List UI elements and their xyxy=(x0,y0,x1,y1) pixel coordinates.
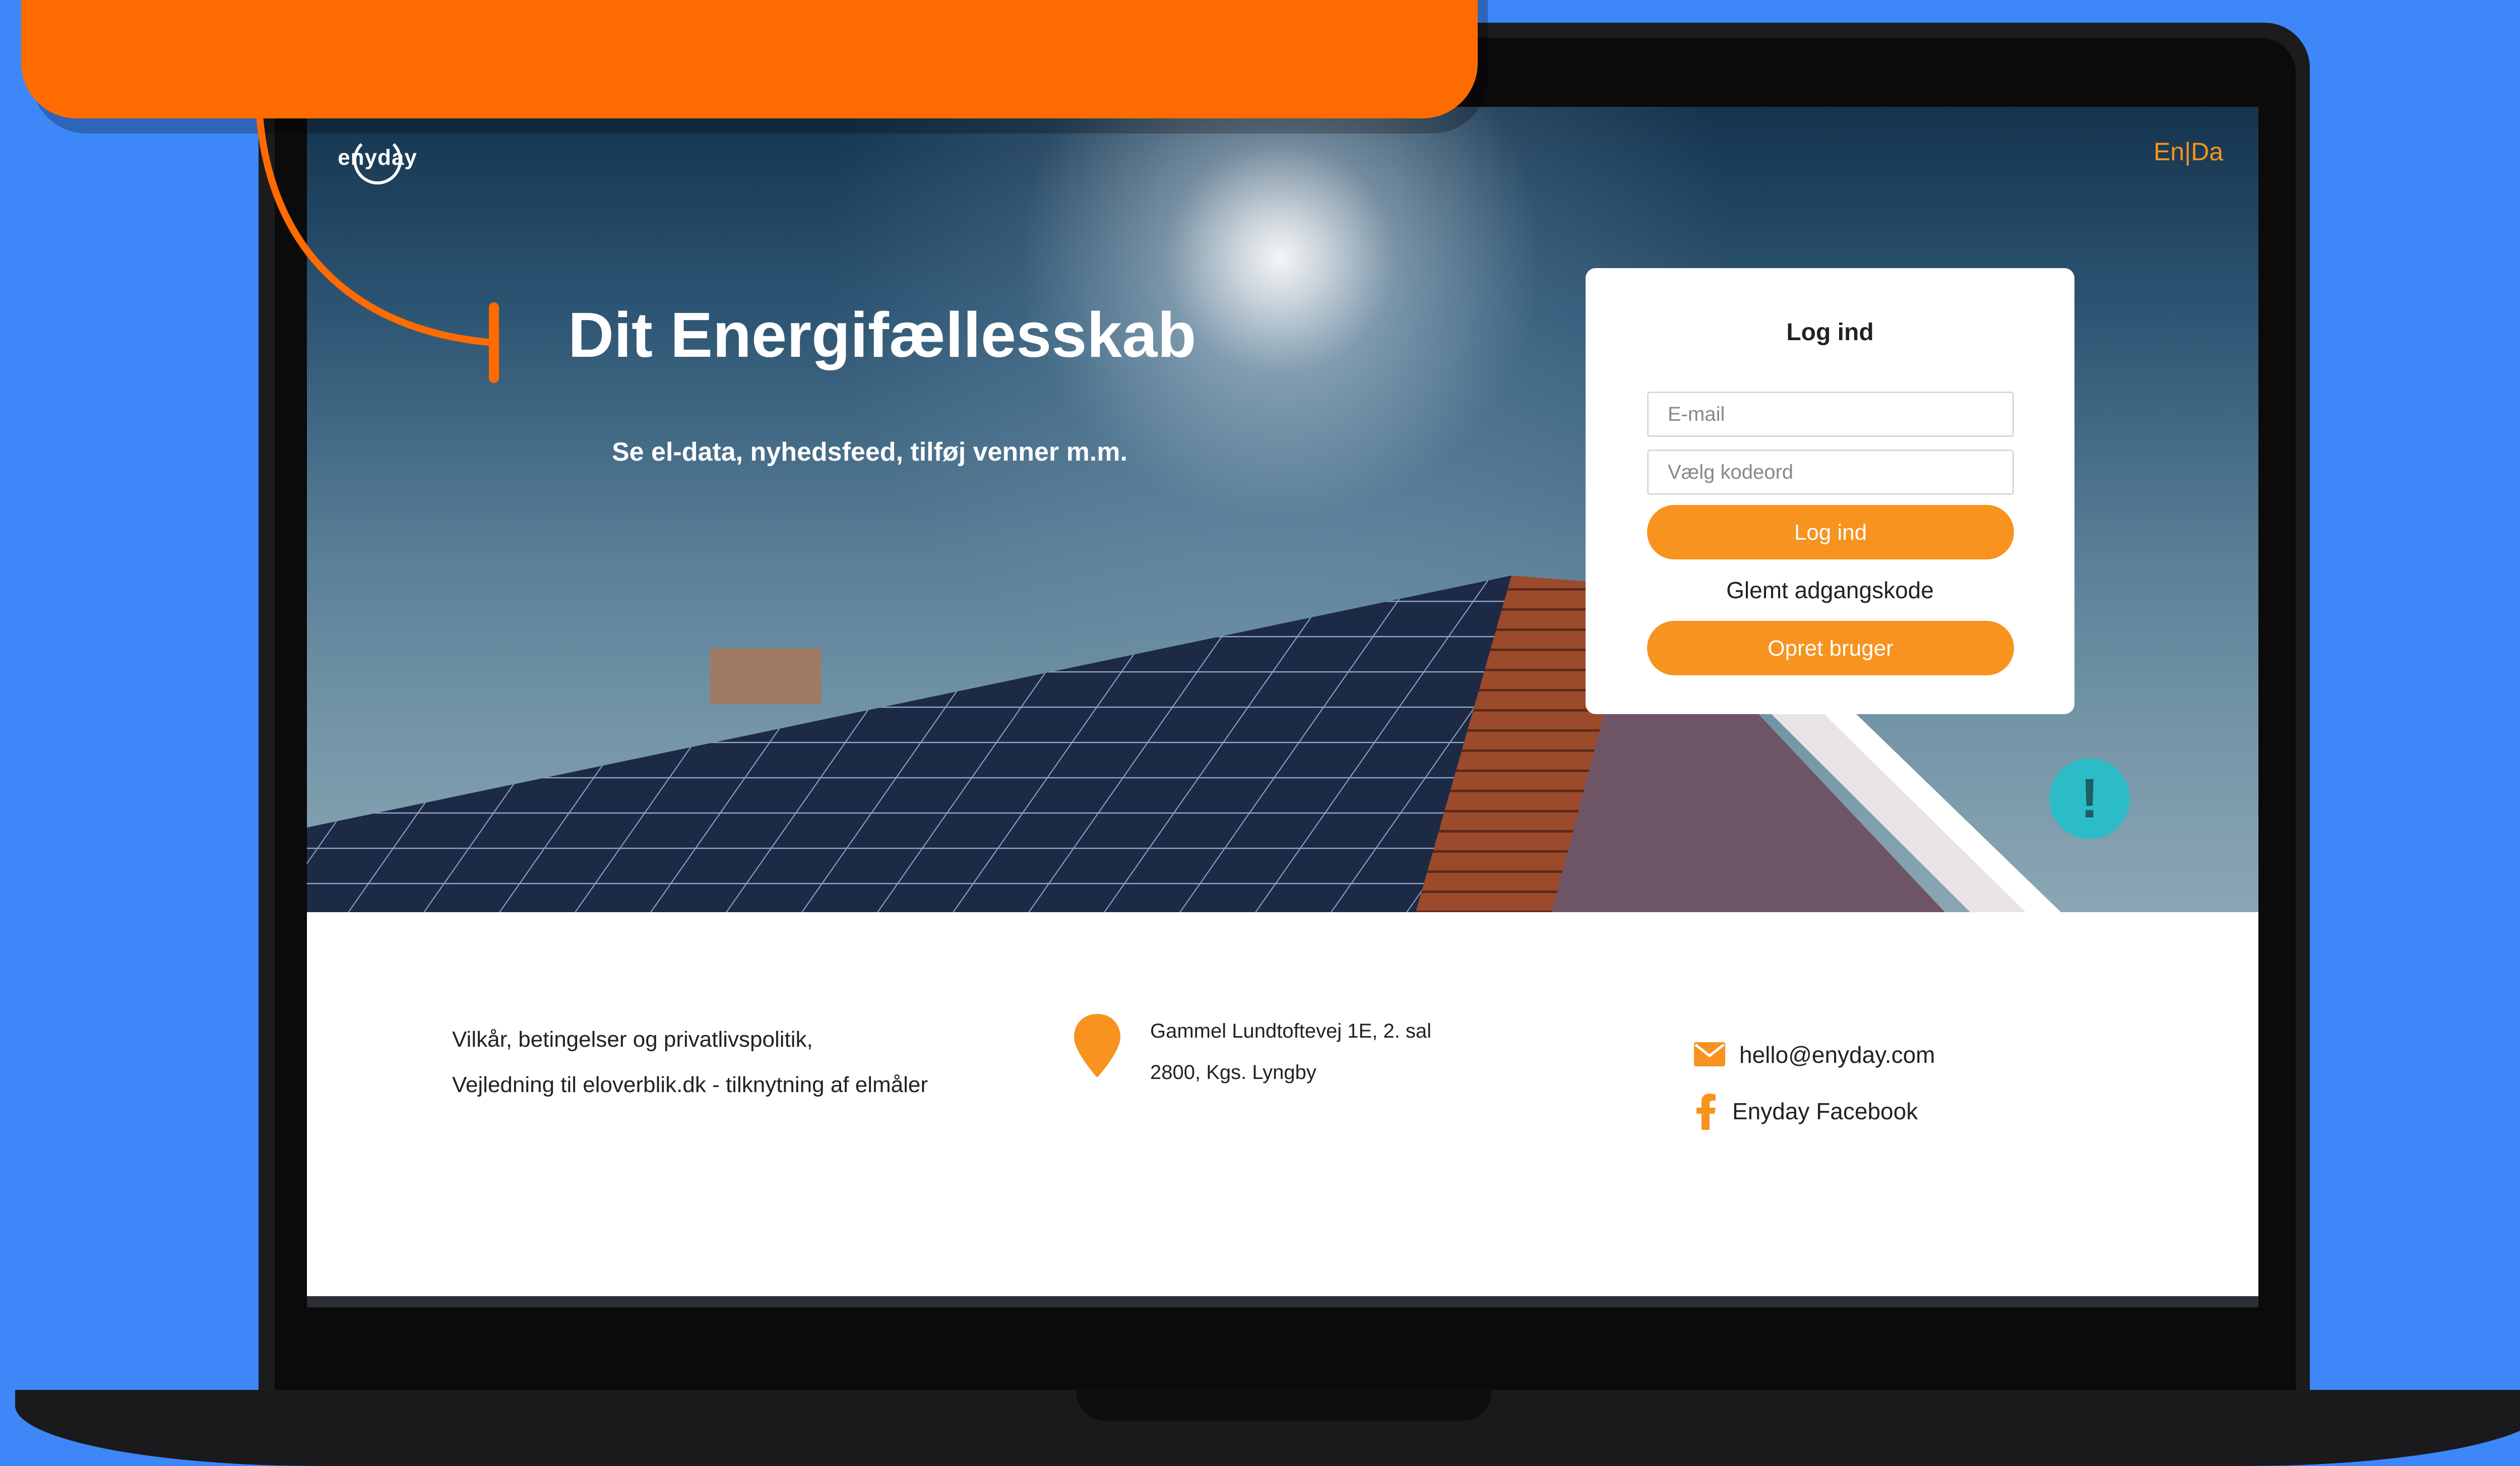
terms-link[interactable]: Vilkår, betingelser og privatlivspolitik… xyxy=(452,1027,813,1052)
hero-subtitle: Se el-data, nyhedsfeed, tilføj venner m.… xyxy=(612,437,1127,467)
email-field[interactable] xyxy=(1647,392,2014,437)
facebook-link[interactable]: Enyday Facebook xyxy=(1732,1098,1918,1125)
mail-icon xyxy=(1694,1042,1725,1066)
email-link[interactable]: hello@enyday.com xyxy=(1739,1041,1935,1068)
password-field[interactable] xyxy=(1647,450,2014,495)
eloverblik-guide-link[interactable]: Vejledning til eloverblik.dk - tilknytni… xyxy=(452,1072,928,1098)
login-button[interactable]: Log ind xyxy=(1647,505,2014,559)
screen-bottom-bar xyxy=(307,1296,2258,1307)
address-line-2: 2800, Kgs. Lyngby xyxy=(1150,1061,1316,1083)
language-switch[interactable]: En|Da xyxy=(2154,137,2223,166)
exclamation-icon: ! xyxy=(2080,768,2099,830)
create-user-button[interactable]: Opret bruger xyxy=(1647,621,2014,675)
logo-text: enyday xyxy=(338,145,417,170)
enyday-logo[interactable]: enyday xyxy=(332,127,423,198)
hero-title: Dit Energifællesskab xyxy=(568,299,1196,370)
chimney xyxy=(710,649,821,704)
login-card: Log ind Log ind Glemt adgangskode Opret … xyxy=(1586,268,2074,714)
facebook-icon xyxy=(1696,1094,1716,1130)
laptop-screen: enyday En|Da Dit Energifællesskab Se el-… xyxy=(307,107,2258,1306)
callout-banner: denne side. xyxy=(21,0,1478,118)
login-title: Log ind xyxy=(1786,319,1874,346)
forgot-password-link[interactable]: Glemt adgangskode xyxy=(1586,577,2074,604)
footer: Vilkår, betingelser og privatlivspolitik… xyxy=(307,912,2258,1306)
map-pin-icon xyxy=(1074,1014,1120,1077)
callout-text: denne side. xyxy=(151,0,464,4)
address-line-1: Gammel Lundtoftevej 1E, 2. sal xyxy=(1150,1020,1432,1042)
laptop-notch xyxy=(1076,1390,1492,1421)
alert-button[interactable]: ! xyxy=(2049,758,2130,839)
hero-section: enyday En|Da Dit Energifællesskab Se el-… xyxy=(307,107,2258,912)
